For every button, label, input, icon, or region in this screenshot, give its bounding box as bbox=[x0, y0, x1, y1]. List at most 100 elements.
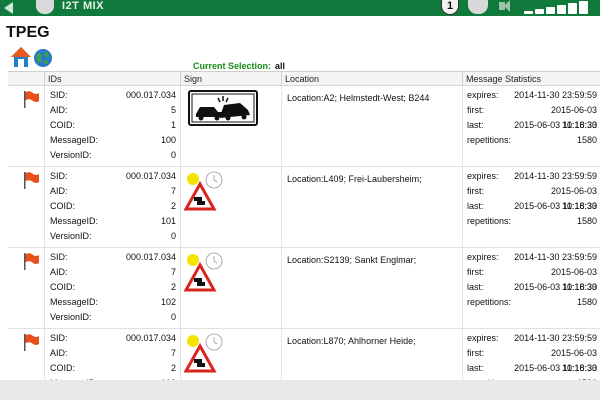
sign-cell bbox=[180, 167, 281, 248]
version-id-label: VersionID: bbox=[50, 150, 92, 160]
station-icon[interactable] bbox=[468, 0, 488, 14]
speaker-muted-icon[interactable] bbox=[499, 0, 510, 12]
flag-icon bbox=[24, 334, 39, 351]
column-header-location[interactable]: Location bbox=[281, 72, 462, 86]
last-value: 2015-06-03 11:18:30 bbox=[514, 120, 597, 130]
coid-value: 1 bbox=[170, 120, 176, 130]
sid-label: SID: bbox=[50, 90, 68, 100]
aid-label: AID: bbox=[50, 348, 68, 358]
sid-value: 000.017.034 bbox=[125, 252, 176, 262]
home-icon[interactable] bbox=[10, 46, 32, 68]
sid-label: SID: bbox=[50, 171, 68, 181]
current-selection-value[interactable]: all bbox=[275, 61, 285, 71]
traffic-jam-warning-sign-icon bbox=[184, 171, 223, 211]
table-row[interactable]: SID: 000.017.034 AID: 7 COID: 2 MessageID: 1… bbox=[8, 248, 600, 329]
expires-label: expires: bbox=[467, 171, 499, 181]
current-selection-label: Current Selection: bbox=[193, 61, 272, 71]
flag-icon bbox=[24, 91, 39, 108]
message-id-value: 100 bbox=[160, 135, 176, 145]
last-label: last: bbox=[467, 282, 484, 292]
version-id-value: 0 bbox=[170, 231, 176, 241]
expires-value: 2014-11-30 23:59:59 bbox=[514, 333, 597, 343]
repetitions-value: 1580 bbox=[576, 297, 597, 307]
ids-cell: SID: 000.017.034 AID: 7 COID: 2 MessageID: 1… bbox=[44, 167, 180, 248]
sign-cell bbox=[180, 248, 281, 329]
version-id-value: 0 bbox=[170, 150, 176, 160]
message-table: IDs Sign Location Message Statistics SID… bbox=[8, 71, 600, 391]
aid-label: AID: bbox=[50, 105, 68, 115]
last-value: 2015-06-03 11:18:30 bbox=[514, 363, 597, 373]
table-row[interactable]: SID: 000.017.034 AID: 7 COID: 2 MessageID: 1… bbox=[8, 167, 600, 248]
location-cell: Location:A2; Helmstedt-West; B244 bbox=[281, 86, 462, 167]
location-text: Location:L409; Frei-Laubersheim; bbox=[287, 174, 422, 184]
message-id-label: MessageID: bbox=[50, 135, 99, 145]
repetitions-label: repetitions: bbox=[467, 297, 512, 307]
top-bar: I2T MIX 1 bbox=[0, 0, 600, 16]
ids-cell: SID: 000.017.034 AID: 7 COID: 2 MessageID: 1… bbox=[44, 248, 180, 329]
message-id-value: 101 bbox=[160, 216, 176, 226]
column-header-ids[interactable]: IDs bbox=[44, 72, 180, 86]
last-value: 2015-06-03 11:18:30 bbox=[514, 282, 597, 292]
sid-value: 000.017.034 bbox=[125, 90, 176, 100]
ids-cell: SID: 000.017.034 AID: 5 COID: 1 MessageID: 1… bbox=[44, 86, 180, 167]
coid-value: 2 bbox=[170, 282, 176, 292]
location-cell: Location:L409; Frei-Laubersheim; bbox=[281, 167, 462, 248]
coid-label: COID: bbox=[50, 120, 76, 130]
expires-label: expires: bbox=[467, 333, 499, 343]
first-label: first: bbox=[467, 105, 484, 115]
sign-cell bbox=[180, 86, 281, 167]
page-title: TPEG bbox=[6, 24, 50, 41]
version-id-label: VersionID: bbox=[50, 231, 92, 241]
location-text: Location:A2; Helmstedt-West; B244 bbox=[287, 93, 430, 103]
table-header: IDs Sign Location Message Statistics bbox=[8, 72, 600, 86]
column-header-sign[interactable]: Sign bbox=[180, 72, 281, 86]
repetitions-label: repetitions: bbox=[467, 216, 512, 226]
channel-number-badge[interactable]: 1 bbox=[441, 0, 459, 15]
version-id-value: 0 bbox=[170, 312, 176, 322]
last-label: last: bbox=[467, 201, 484, 211]
traffic-jam-warning-sign-icon bbox=[184, 252, 223, 292]
last-label: last: bbox=[467, 120, 484, 130]
expires-label: expires: bbox=[467, 252, 499, 262]
message-id-value: 102 bbox=[160, 297, 176, 307]
station-title: I2T MIX bbox=[62, 0, 105, 12]
first-label: first: bbox=[467, 186, 484, 196]
flag-icon bbox=[24, 253, 39, 270]
repetitions-value: 1580 bbox=[576, 135, 597, 145]
media-icon[interactable] bbox=[36, 0, 54, 14]
message-id-label: MessageID: bbox=[50, 297, 99, 307]
expires-label: expires: bbox=[467, 90, 499, 100]
expires-value: 2014-11-30 23:59:59 bbox=[514, 90, 597, 100]
table-row[interactable]: SID: 000.017.034 AID: 5 COID: 1 MessageID: 1… bbox=[8, 86, 600, 167]
traffic-jam-warning-sign-icon bbox=[184, 333, 223, 373]
location-cell: Location:S2139; Sankt Englmar; bbox=[281, 248, 462, 329]
aid-value: 7 bbox=[170, 348, 176, 358]
aid-label: AID: bbox=[50, 267, 68, 277]
coid-value: 2 bbox=[170, 363, 176, 373]
sid-value: 000.017.034 bbox=[125, 333, 176, 343]
aid-value: 7 bbox=[170, 267, 176, 277]
aid-value: 5 bbox=[170, 105, 176, 115]
location-text: Location:S2139; Sankt Englmar; bbox=[287, 255, 417, 265]
message-id-label: MessageID: bbox=[50, 216, 99, 226]
flag-icon bbox=[24, 172, 39, 189]
expires-value: 2014-11-30 23:59:59 bbox=[514, 171, 597, 181]
globe-icon[interactable] bbox=[33, 48, 53, 68]
column-header-message-statistics[interactable]: Message Statistics bbox=[462, 72, 600, 86]
repetitions-value: 1580 bbox=[576, 216, 597, 226]
aid-value: 7 bbox=[170, 186, 176, 196]
sid-label: SID: bbox=[50, 333, 68, 343]
stats-cell: expires: 2014-11-30 23:59:59 first: 2015-0… bbox=[462, 86, 600, 167]
expires-value: 2014-11-30 23:59:59 bbox=[514, 252, 597, 262]
first-label: first: bbox=[467, 267, 484, 277]
coid-label: COID: bbox=[50, 201, 76, 211]
sid-value: 000.017.034 bbox=[125, 171, 176, 181]
version-id-label: VersionID: bbox=[50, 312, 92, 322]
stats-cell: expires: 2014-11-30 23:59:59 first: 2015-0… bbox=[462, 167, 600, 248]
repetitions-label: repetitions: bbox=[467, 135, 512, 145]
bottom-fade bbox=[0, 380, 600, 400]
sid-label: SID: bbox=[50, 252, 68, 262]
coid-label: COID: bbox=[50, 363, 76, 373]
coid-label: COID: bbox=[50, 282, 76, 292]
back-arrow-icon[interactable] bbox=[4, 2, 13, 14]
